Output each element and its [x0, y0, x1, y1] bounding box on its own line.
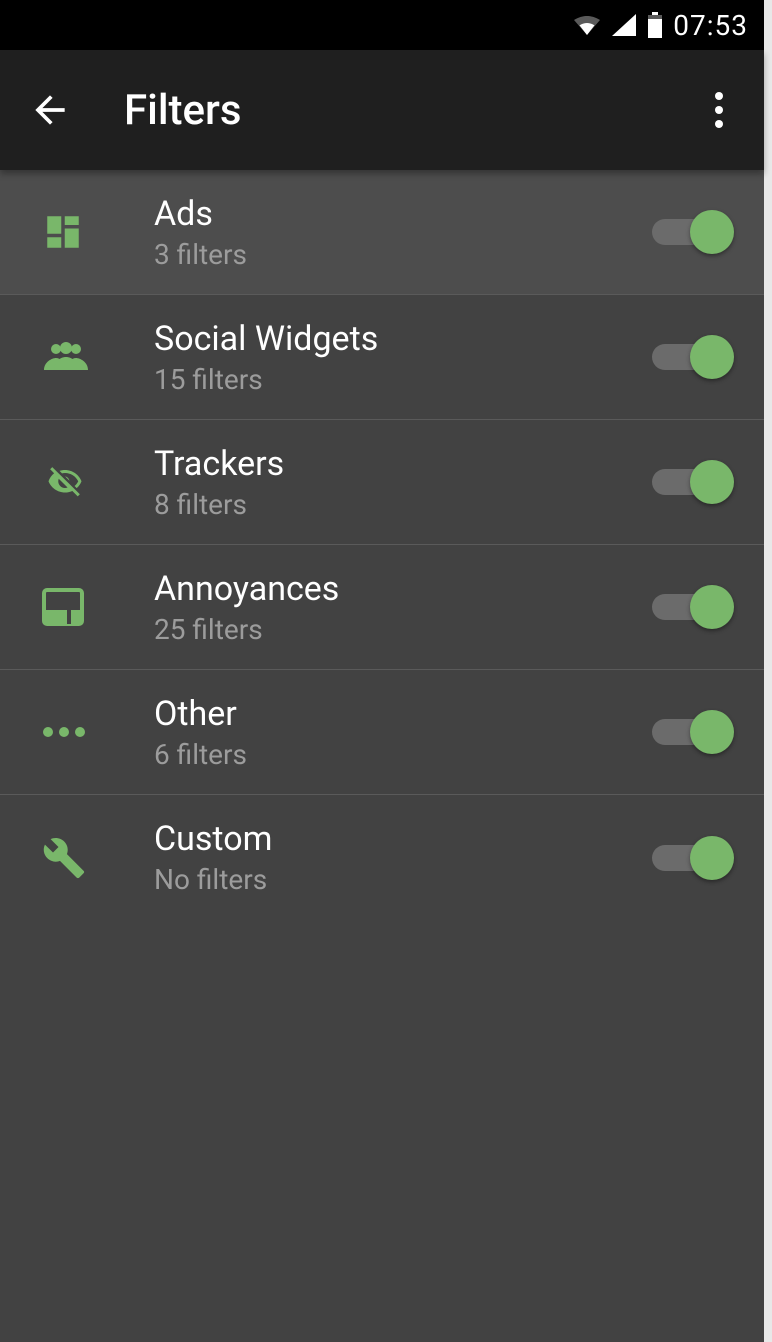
wifi-icon: [573, 13, 601, 37]
filter-row-custom[interactable]: Custom No filters: [0, 795, 764, 920]
filter-row-title: Annoyances: [154, 569, 652, 609]
toggle-other[interactable]: [652, 710, 734, 754]
arrow-back-icon: [28, 88, 72, 132]
dashboard-icon: [42, 211, 98, 253]
status-time: 07:53: [673, 9, 748, 42]
app-bar: Filters: [0, 50, 764, 170]
wrench-icon: [42, 836, 98, 880]
status-bar: 07:53: [0, 0, 764, 50]
toggle-custom[interactable]: [652, 836, 734, 880]
filter-category-list: Ads 3 filters Social Widgets 15 filters: [0, 170, 764, 1342]
filter-row-subtitle: 25 filters: [154, 613, 652, 646]
filter-row-ads[interactable]: Ads 3 filters: [0, 170, 764, 295]
filter-row-subtitle: 6 filters: [154, 738, 652, 771]
filter-row-subtitle: 3 filters: [154, 238, 652, 271]
people-icon: [42, 342, 98, 372]
battery-icon: [647, 12, 663, 38]
page-title: Filters: [124, 86, 694, 135]
toggle-social-widgets[interactable]: [652, 335, 734, 379]
toggle-ads[interactable]: [652, 210, 734, 254]
filter-row-title: Other: [154, 694, 652, 734]
signal-icon: [611, 13, 637, 37]
filter-row-other[interactable]: Other 6 filters: [0, 670, 764, 795]
filter-row-subtitle: 15 filters: [154, 363, 652, 396]
overflow-menu-button[interactable]: [694, 80, 744, 140]
filter-row-subtitle: No filters: [154, 863, 652, 896]
filter-row-title: Ads: [154, 194, 652, 234]
app-screen: 07:53 Filters: [0, 0, 764, 1342]
filter-row-title: Custom: [154, 819, 652, 859]
filter-row-social-widgets[interactable]: Social Widgets 15 filters: [0, 295, 764, 420]
window-icon: [42, 588, 98, 626]
back-button[interactable]: [20, 80, 80, 140]
more-horiz-icon: [42, 726, 98, 738]
more-vert-icon: [714, 90, 724, 130]
filter-row-title: Trackers: [154, 444, 652, 484]
filter-row-subtitle: 8 filters: [154, 488, 652, 521]
filter-row-trackers[interactable]: Trackers 8 filters: [0, 420, 764, 545]
filter-row-annoyances[interactable]: Annoyances 25 filters: [0, 545, 764, 670]
toggle-annoyances[interactable]: [652, 585, 734, 629]
toggle-trackers[interactable]: [652, 460, 734, 504]
filter-row-title: Social Widgets: [154, 319, 652, 359]
eye-off-icon: [42, 464, 98, 500]
